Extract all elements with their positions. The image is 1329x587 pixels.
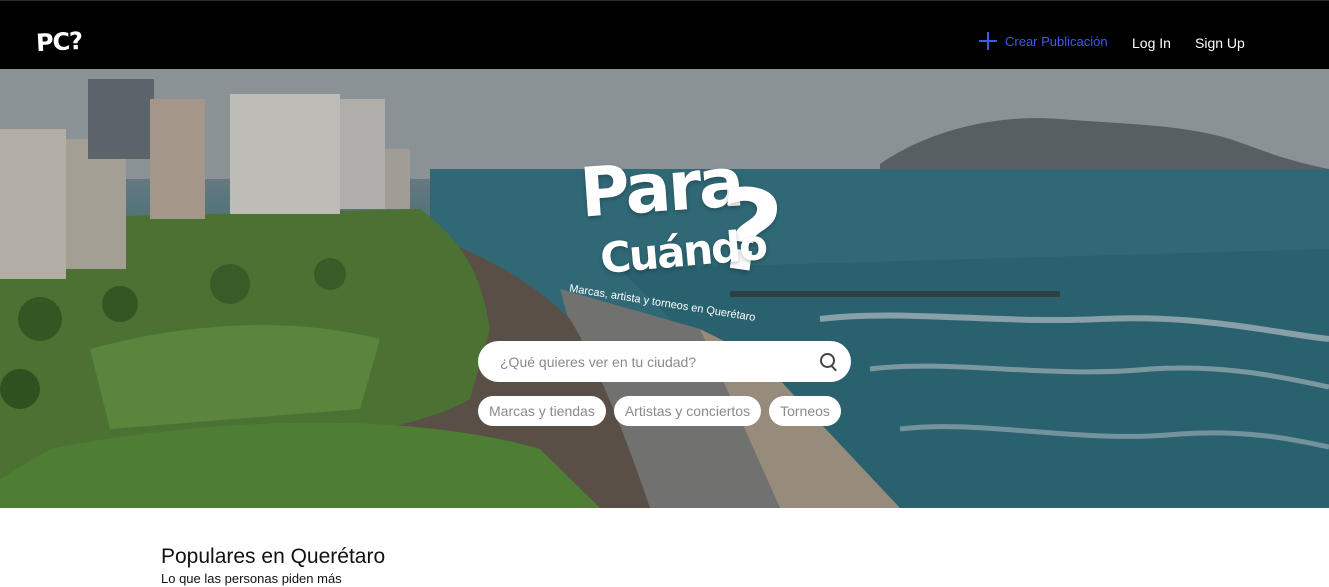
section-subtitle: Lo que las personas piden más: [161, 571, 342, 586]
logo[interactable]: PC?: [35, 27, 83, 57]
section-title: Populares en Querétaro: [161, 545, 386, 568]
chip-tournaments[interactable]: Torneos: [769, 396, 841, 426]
plus-icon: [979, 32, 997, 50]
search-bar: [478, 341, 851, 382]
create-publication-label: Crear Publicación: [1005, 33, 1108, 49]
hero-banner: Para ? Cuándo Marcas, artista y torneos …: [0, 69, 1329, 508]
signup-link[interactable]: Sign Up: [1195, 35, 1245, 51]
login-link[interactable]: Log In: [1132, 35, 1171, 51]
search-input[interactable]: [500, 353, 819, 370]
top-navbar: PC? Crear Publicación Log In Sign Up: [0, 0, 1329, 69]
para-cuando-brand-logo: Para ? Cuándo Marcas, artista y torneos …: [568, 143, 789, 323]
search-icon[interactable]: [819, 352, 839, 372]
chip-artists-concerts[interactable]: Artistas y conciertos: [613, 396, 762, 426]
category-chips: Marcas y tiendas Artistas y conciertos T…: [478, 396, 841, 426]
create-publication-button[interactable]: Crear Publicación: [979, 32, 1108, 50]
chip-brands-stores[interactable]: Marcas y tiendas: [478, 396, 606, 426]
